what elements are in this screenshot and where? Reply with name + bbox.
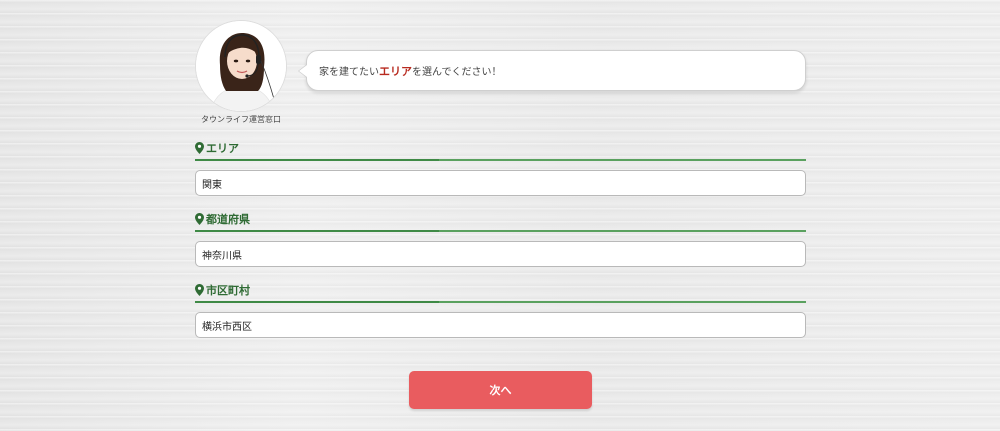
field-area: エリア 関東 <box>195 140 806 196</box>
operator-caption: タウンライフ運営窓口 <box>201 115 281 124</box>
city-select-value: 横浜市西区 <box>202 321 252 333</box>
area-select-value: 関東 <box>202 179 222 191</box>
bubble-text-highlight: エリア <box>379 64 412 78</box>
prefecture-select[interactable]: 神奈川県 <box>195 241 806 267</box>
field-city: 市区町村 横浜市西区 <box>195 282 806 338</box>
field-city-divider <box>195 301 806 303</box>
field-prefecture: 都道府県 神奈川県 <box>195 211 806 267</box>
operator-avatar <box>195 20 287 112</box>
field-city-label: 市区町村 <box>206 284 250 297</box>
prefecture-select-value: 神奈川県 <box>202 250 242 262</box>
field-prefecture-divider <box>195 230 806 232</box>
next-button[interactable]: 次へ <box>409 371 592 409</box>
bubble-text-after: を選んでください！ <box>412 67 502 78</box>
city-select[interactable]: 横浜市西区 <box>195 312 806 338</box>
field-area-label-row: エリア <box>195 140 806 156</box>
field-area-label: エリア <box>206 142 239 155</box>
speech-bubble: 家を建てたい エリア を選んでください！ <box>298 50 806 91</box>
bubble-tail <box>298 64 307 78</box>
field-prefecture-label: 都道府県 <box>206 213 250 226</box>
operator-photo <box>196 21 286 111</box>
operator-profile: タウンライフ運営窓口 <box>195 20 287 125</box>
bubble-text-before: 家を建てたい <box>319 67 379 78</box>
field-area-divider <box>195 159 806 161</box>
field-prefecture-label-row: 都道府県 <box>195 211 806 227</box>
map-pin-icon <box>195 213 204 225</box>
area-select[interactable]: 関東 <box>195 170 806 196</box>
map-pin-icon <box>195 142 204 154</box>
map-pin-icon <box>195 284 204 296</box>
field-city-label-row: 市区町村 <box>195 282 806 298</box>
area-selection-form: タウンライフ運営窓口 家を建てたい エリア を選んでください！ エリア 関東 都道府… <box>195 0 806 431</box>
